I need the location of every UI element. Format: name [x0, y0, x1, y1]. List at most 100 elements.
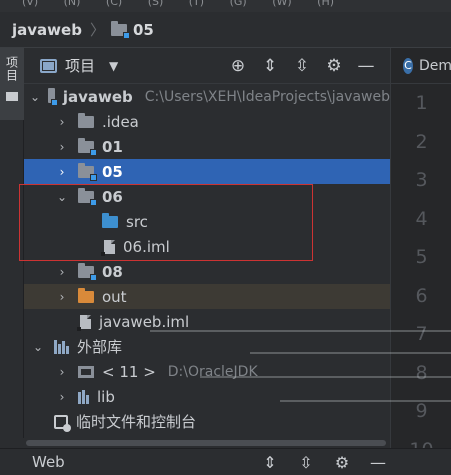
iml-file-icon — [101, 239, 115, 256]
tree-item-label: out — [102, 287, 127, 306]
view-dropdown-icon[interactable]: ▼ — [109, 59, 118, 73]
background-streak — [200, 376, 451, 378]
horizontal-scrollbar[interactable] — [22, 438, 390, 448]
editor-tab-label: Dem — [418, 57, 451, 74]
web-tool-window-label[interactable]: Web — [32, 453, 65, 471]
tree-item-jdk[interactable]: › < 11 > D:\OracleJDK — [24, 359, 390, 384]
tree-item-06[interactable]: ⌄ 06 — [24, 184, 390, 209]
locate-icon[interactable]: ⊕ — [222, 56, 254, 76]
project-tool-tab-label: 项目 — [4, 56, 19, 82]
background-streak — [250, 352, 451, 354]
folder-icon — [78, 112, 94, 128]
project-view-icon — [40, 58, 57, 73]
background-streak — [150, 330, 451, 332]
tree-item-scratches[interactable]: 临时文件和控制台 — [24, 409, 390, 434]
tree-item-label: 06.iml — [123, 237, 170, 256]
module-folder-icon — [78, 137, 97, 156]
excluded-folder-icon — [78, 287, 94, 303]
line-number: 6 — [415, 284, 428, 307]
breadcrumb: javaweb 〉 05 — [0, 12, 451, 48]
tree-item-label: 06 — [102, 187, 123, 206]
tree-item-lib[interactable]: › lib — [24, 384, 390, 409]
library-icon — [78, 389, 89, 404]
folder-icon — [6, 92, 18, 101]
breadcrumb-separator-icon: 〉 — [89, 21, 105, 39]
tree-item-06-iml[interactable]: 06.iml — [24, 234, 390, 259]
breadcrumb-root[interactable]: javaweb — [12, 21, 82, 39]
module-folder-icon — [78, 262, 97, 281]
tree-item-label: 临时文件和控制台 — [76, 413, 197, 431]
menu-tools[interactable]: (T) — [189, 0, 204, 8]
gear-icon[interactable]: ⚙ — [318, 56, 350, 76]
menu-bar: (V) (N) (C) (S) (T) (G) (W) (H) — [0, 0, 451, 12]
collapse-all-icon[interactable]: ⇳ — [286, 56, 318, 76]
menu-navigate[interactable]: (N) — [64, 0, 81, 8]
project-tree: ⌄ javaweb C:\Users\XEH\IdeaProjects\java… — [24, 84, 390, 434]
menu-help[interactable]: (H) — [317, 0, 334, 8]
project-tools: ⊕ ⇕ ⇳ ⚙ — — [222, 48, 382, 84]
menu-code[interactable]: (C) — [106, 0, 122, 8]
tree-item-idea[interactable]: › .idea — [24, 109, 390, 134]
line-number: 8 — [415, 361, 428, 384]
hide-icon[interactable]: — — [350, 56, 382, 76]
gear-icon[interactable]: ⚙ — [324, 453, 360, 472]
tree-item-01[interactable]: › 01 — [24, 134, 390, 159]
project-panel: 项目 ▼ ⊕ ⇕ ⇳ ⚙ — ⌄ javaweb C:\Users\XEH\Id… — [24, 48, 390, 438]
background-streak — [280, 400, 451, 402]
project-view-title[interactable]: 项目 — [65, 55, 95, 76]
chevron-right-icon[interactable]: › — [54, 365, 70, 379]
scratches-icon — [54, 414, 71, 432]
line-number: 1 — [415, 92, 428, 115]
editor-tab[interactable]: C Dem — [391, 48, 451, 84]
expand-all-icon[interactable]: ⇕ — [254, 56, 286, 76]
chevron-right-icon[interactable]: › — [54, 140, 70, 154]
tree-item-08[interactable]: › 08 — [24, 259, 390, 284]
line-number: 4 — [415, 207, 428, 230]
menu-structure[interactable]: (S) — [148, 0, 164, 8]
class-icon: C — [403, 57, 413, 74]
tree-item-05[interactable]: › 05 — [24, 159, 390, 184]
line-number: 5 — [415, 246, 428, 269]
project-toolbar: 项目 ▼ ⊕ ⇕ ⇳ ⚙ — — [24, 48, 390, 84]
source-folder-icon — [102, 212, 118, 228]
chevron-down-icon[interactable]: ⌄ — [30, 340, 46, 354]
chevron-right-icon[interactable]: › — [54, 390, 70, 404]
tree-item-label: javaweb — [62, 87, 133, 106]
line-number: 9 — [415, 400, 428, 423]
scrollbar-thumb[interactable] — [26, 440, 386, 446]
tree-item-label: 08 — [102, 262, 123, 281]
expand-all-icon[interactable]: ⇕ — [252, 453, 288, 472]
menu-window[interactable]: (W) — [272, 0, 291, 8]
tree-item-label: .idea — [102, 112, 139, 131]
line-number: 7 — [415, 323, 428, 346]
menu-view[interactable]: (V) — [22, 0, 38, 8]
tree-item-label: 01 — [102, 137, 123, 156]
line-number: 3 — [415, 169, 428, 192]
module-folder-icon — [110, 20, 130, 39]
tree-item-label: < 11 > — [102, 362, 156, 381]
collapse-all-icon[interactable]: ⇳ — [288, 453, 324, 472]
jdk-icon — [78, 365, 94, 378]
iml-file-icon — [77, 314, 91, 331]
chevron-right-icon[interactable]: › — [54, 290, 70, 304]
bottom-tool-bar: Web ⇕ ⇳ ⚙ — — [0, 448, 451, 475]
tree-item-src[interactable]: src — [24, 209, 390, 234]
breadcrumb-current[interactable]: 05 — [133, 21, 154, 39]
chevron-right-icon[interactable]: › — [54, 115, 70, 129]
chevron-right-icon[interactable]: › — [54, 165, 70, 179]
left-tool-strip: 项目 — [0, 48, 24, 438]
chevron-down-icon[interactable]: ⌄ — [54, 190, 70, 204]
tree-item-label: javaweb.iml — [99, 312, 190, 331]
tree-item-out[interactable]: › out — [24, 284, 390, 309]
tree-item-external-libraries[interactable]: ⌄ 外部库 — [24, 334, 390, 359]
line-numbers: 1 2 3 4 5 6 7 8 9 10 — [391, 84, 451, 469]
project-tool-tab[interactable]: 项目 — [0, 48, 24, 120]
chevron-down-icon[interactable]: ⌄ — [30, 90, 40, 104]
tree-item-path: C:\Users\XEH\IdeaProjects\javaweb — [144, 88, 390, 105]
hide-icon[interactable]: — — [360, 453, 396, 472]
menu-git[interactable]: (G) — [230, 0, 247, 8]
chevron-right-icon[interactable]: › — [54, 265, 70, 279]
library-icon — [54, 339, 69, 354]
tree-item-javaweb[interactable]: ⌄ javaweb C:\Users\XEH\IdeaProjects\java… — [24, 84, 390, 109]
line-number: 2 — [415, 130, 428, 153]
